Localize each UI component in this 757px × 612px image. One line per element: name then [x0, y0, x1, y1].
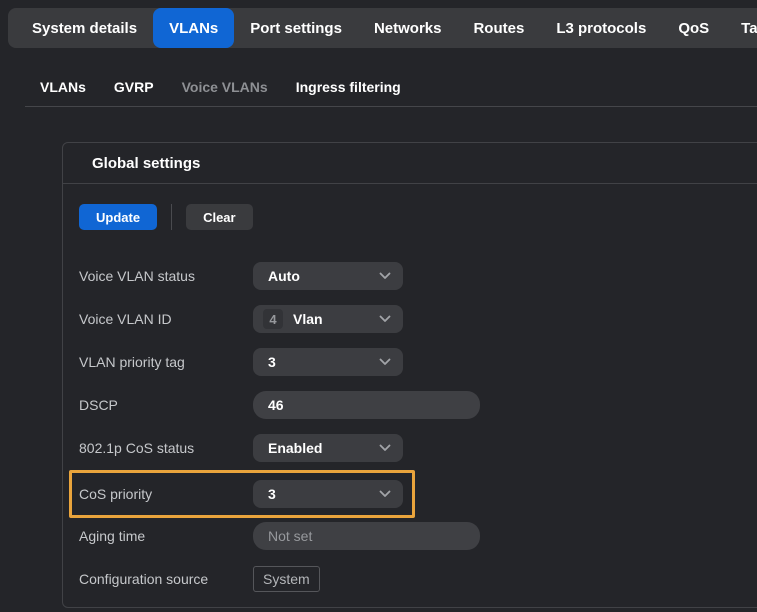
top-nav-tab-vlans[interactable]: VLANs: [153, 8, 234, 48]
top-nav-tab-port-settings[interactable]: Port settings: [234, 8, 358, 48]
sub-nav-bar: VLANs GVRP Voice VLANs Ingress filtering: [40, 74, 401, 100]
top-nav-tab-qos[interactable]: QoS: [662, 8, 725, 48]
cos-priority-select[interactable]: 3: [253, 480, 403, 508]
top-nav-bar: System detailsVLANsPort settingsNetworks…: [8, 8, 757, 48]
field-label-cos-priority: CoS priority: [79, 486, 253, 502]
chevron-down-icon: [379, 444, 391, 452]
panel-body: Update Clear Voice VLAN statusAutoVoice …: [63, 184, 757, 593]
voice-vlan-id-select[interactable]: 4 Vlan: [253, 305, 403, 333]
sub-nav-tab-gvrp[interactable]: GVRP: [114, 79, 154, 95]
field-row-cos-priority: CoS priority 3: [79, 480, 412, 508]
top-nav-tab-networks[interactable]: Networks: [358, 8, 458, 48]
configuration-source-value-badge: System: [253, 566, 320, 592]
aging-time-input[interactable]: [253, 522, 480, 550]
field-row-aging-time: Aging time: [79, 522, 757, 550]
field-label-aging-time: Aging time: [79, 528, 253, 544]
top-nav-tab-task-queue[interactable]: Task queue: [725, 8, 757, 48]
chevron-down-icon: [379, 315, 391, 323]
field-label-vlan-priority-tag: VLAN priority tag: [79, 354, 253, 370]
802-1p-cos-status-select[interactable]: Enabled: [253, 434, 403, 462]
field-label-802-1p-cos-status: 802.1p CoS status: [79, 440, 253, 456]
field-label-voice-vlan-status: Voice VLAN status: [79, 268, 253, 284]
vlan-priority-tag-value: 3: [268, 354, 379, 370]
field-label-voice-vlan-id: Voice VLAN ID: [79, 311, 253, 327]
sub-nav-tab-ingress-filtering[interactable]: Ingress filtering: [296, 79, 401, 95]
field-row-vlan-priority-tag: VLAN priority tag 3: [79, 348, 757, 376]
button-row: Update Clear: [79, 204, 757, 230]
panel-header: Global settings: [63, 143, 757, 184]
top-nav-tab-l3-protocols[interactable]: L3 protocols: [540, 8, 662, 48]
clear-button[interactable]: Clear: [186, 204, 253, 230]
top-nav-tab-routes[interactable]: Routes: [457, 8, 540, 48]
field-row-dscp: DSCP: [79, 391, 757, 419]
cos-priority-value: 3: [268, 486, 379, 502]
field-label-configuration-source: Configuration source: [79, 571, 253, 587]
dscp-input[interactable]: [253, 391, 480, 419]
802-1p-cos-status-value: Enabled: [268, 440, 379, 456]
field-row-802-1p-cos-status: 802.1p CoS status Enabled: [79, 434, 757, 462]
chevron-down-icon: [379, 358, 391, 366]
global-settings-panel: Global settings Update Clear Voice VLAN …: [62, 142, 757, 608]
button-separator: [171, 204, 172, 230]
sub-nav-tab-voice-vlans[interactable]: Voice VLANs: [182, 79, 268, 95]
voice-vlan-status-value: Auto: [268, 268, 379, 284]
chevron-down-icon: [379, 272, 391, 280]
field-row-voice-vlan-status: Voice VLAN status Auto: [79, 262, 757, 290]
field-row-voice-vlan-id: Voice VLAN ID 4 Vlan: [79, 305, 757, 333]
form-rows: Voice VLAN statusAutoVoice VLAN ID4VlanV…: [79, 262, 757, 593]
voice-vlan-status-select[interactable]: Auto: [253, 262, 403, 290]
panel-title: Global settings: [92, 155, 200, 172]
sub-nav-tab-vlans[interactable]: VLANs: [40, 79, 86, 95]
voice-vlan-id-badge: 4: [263, 309, 283, 329]
top-nav-tab-system-details[interactable]: System details: [16, 8, 153, 48]
vlan-priority-tag-select[interactable]: 3: [253, 348, 403, 376]
chevron-down-icon: [379, 490, 391, 498]
field-label-dscp: DSCP: [79, 397, 253, 413]
sub-nav-divider: [25, 106, 757, 107]
highlight-annotation-box: CoS priority 3: [69, 470, 415, 518]
field-row-configuration-source: Configuration sourceSystem: [79, 565, 757, 593]
voice-vlan-id-value: Vlan: [293, 311, 379, 327]
update-button[interactable]: Update: [79, 204, 157, 230]
